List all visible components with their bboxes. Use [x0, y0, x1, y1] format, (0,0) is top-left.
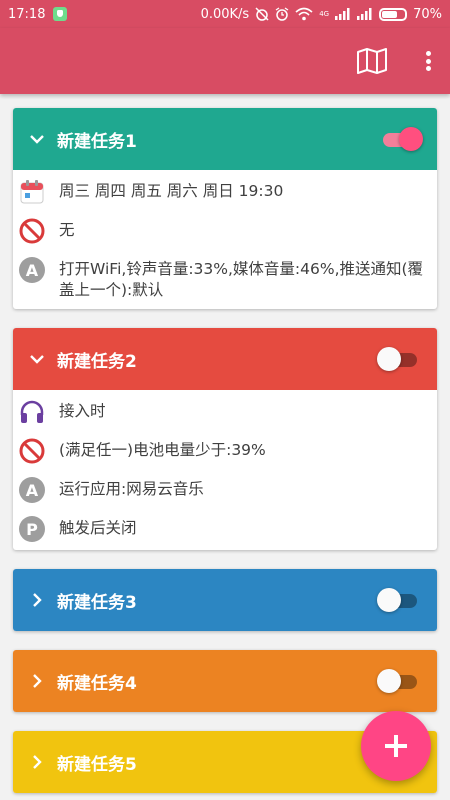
task-header[interactable]: 新建任务3 [13, 569, 437, 631]
task-title: 新建任务1 [57, 131, 137, 152]
alarm-off-icon [255, 7, 269, 21]
task-enable-toggle[interactable] [379, 127, 423, 151]
task-detail-text: 周三 周四 周五 周六 周日 19:30 [59, 182, 284, 200]
letter-a-icon: A [19, 257, 45, 283]
task-detail-row[interactable]: A 打开WiFi,铃声音量:33%,媒体音量:46%,推送通知(覆盖上一个):默认 [13, 250, 437, 307]
task-detail-row[interactable]: P 触发后关闭 [13, 509, 437, 548]
task-enable-toggle[interactable] [377, 588, 419, 612]
chevron-down-icon[interactable] [29, 351, 45, 367]
task-header[interactable]: 新建任务4 [13, 650, 437, 712]
status-time: 17:18 [8, 6, 46, 22]
signal-icon [335, 8, 350, 20]
app-toolbar [0, 28, 450, 94]
plus-icon [385, 735, 407, 757]
status-bar: 17:18 0.00K/s 4G 70% [0, 0, 450, 28]
task-detail-text: 运行应用:网易云音乐 [59, 480, 204, 498]
task-detail-row[interactable]: 无 [13, 211, 437, 250]
prohibited-icon [19, 438, 45, 464]
wifi-icon [295, 7, 313, 21]
task-detail-text: 打开WiFi,铃声音量:33%,媒体音量:46%,推送通知(覆盖上一个):默认 [59, 260, 424, 299]
status-right: 0.00K/s 4G 70% [201, 7, 442, 22]
shield-icon [53, 7, 68, 21]
task-card: 新建任务2 接入时 (满足任一)电池电量少于:39% A 运行应用:网易云音乐 P 触发后关… [13, 328, 437, 550]
task-detail-text: 接入时 [59, 402, 106, 420]
letter-p-icon: P [19, 516, 45, 542]
task-header[interactable]: 新建任务2 [13, 328, 437, 390]
map-icon[interactable] [356, 48, 388, 74]
task-title: 新建任务3 [57, 592, 137, 613]
task-list: 新建任务1 周三 周四 周五 周六 周日 19:30 无 A 打开WiFi,铃声音量:3… [13, 108, 437, 800]
task-enable-toggle[interactable] [377, 669, 419, 693]
task-title: 新建任务5 [57, 754, 137, 775]
chevron-right-icon[interactable] [29, 754, 45, 770]
task-title: 新建任务4 [57, 673, 137, 694]
task-enable-toggle[interactable] [377, 347, 419, 371]
task-detail-text: (满足任一)电池电量少于:39% [59, 441, 266, 459]
task-detail-row[interactable]: 周三 周四 周五 周六 周日 19:30 [13, 172, 437, 211]
task-detail-text: 无 [59, 221, 75, 239]
chevron-down-icon[interactable] [29, 131, 45, 147]
network-speed: 0.00K/s [200, 6, 250, 22]
task-header[interactable]: 新建任务1 [13, 108, 437, 170]
network-type: 4G [319, 10, 330, 18]
task-card: 新建任务1 周三 周四 周五 周六 周日 19:30 无 A 打开WiFi,铃声音量:3… [13, 108, 437, 309]
task-details: 周三 周四 周五 周六 周日 19:30 无 A 打开WiFi,铃声音量:33%,媒体… [13, 170, 437, 309]
more-vert-icon[interactable] [420, 48, 436, 74]
task-details: 接入时 (满足任一)电池电量少于:39% A 运行应用:网易云音乐 P 触发后关闭 [13, 390, 437, 550]
task-card: 新建任务3 [13, 569, 437, 631]
calendar-icon [19, 179, 45, 205]
prohibited-icon [19, 218, 45, 244]
alarm-icon [275, 7, 289, 21]
headphones-icon [19, 399, 45, 425]
task-detail-row[interactable]: (满足任一)电池电量少于:39% [13, 431, 437, 470]
task-detail-row[interactable]: 接入时 [13, 392, 437, 431]
task-detail-row[interactable]: A 运行应用:网易云音乐 [13, 470, 437, 509]
battery-icon [379, 7, 408, 21]
task-title: 新建任务2 [57, 351, 137, 372]
chevron-right-icon[interactable] [29, 673, 45, 689]
battery-percent: 70% [413, 6, 442, 22]
chevron-right-icon[interactable] [29, 592, 45, 608]
letter-a-icon: A [19, 477, 45, 503]
signal-icon [357, 8, 372, 20]
task-card: 新建任务4 [13, 650, 437, 712]
add-task-button[interactable] [361, 711, 431, 781]
task-detail-text: 触发后关闭 [59, 519, 137, 537]
